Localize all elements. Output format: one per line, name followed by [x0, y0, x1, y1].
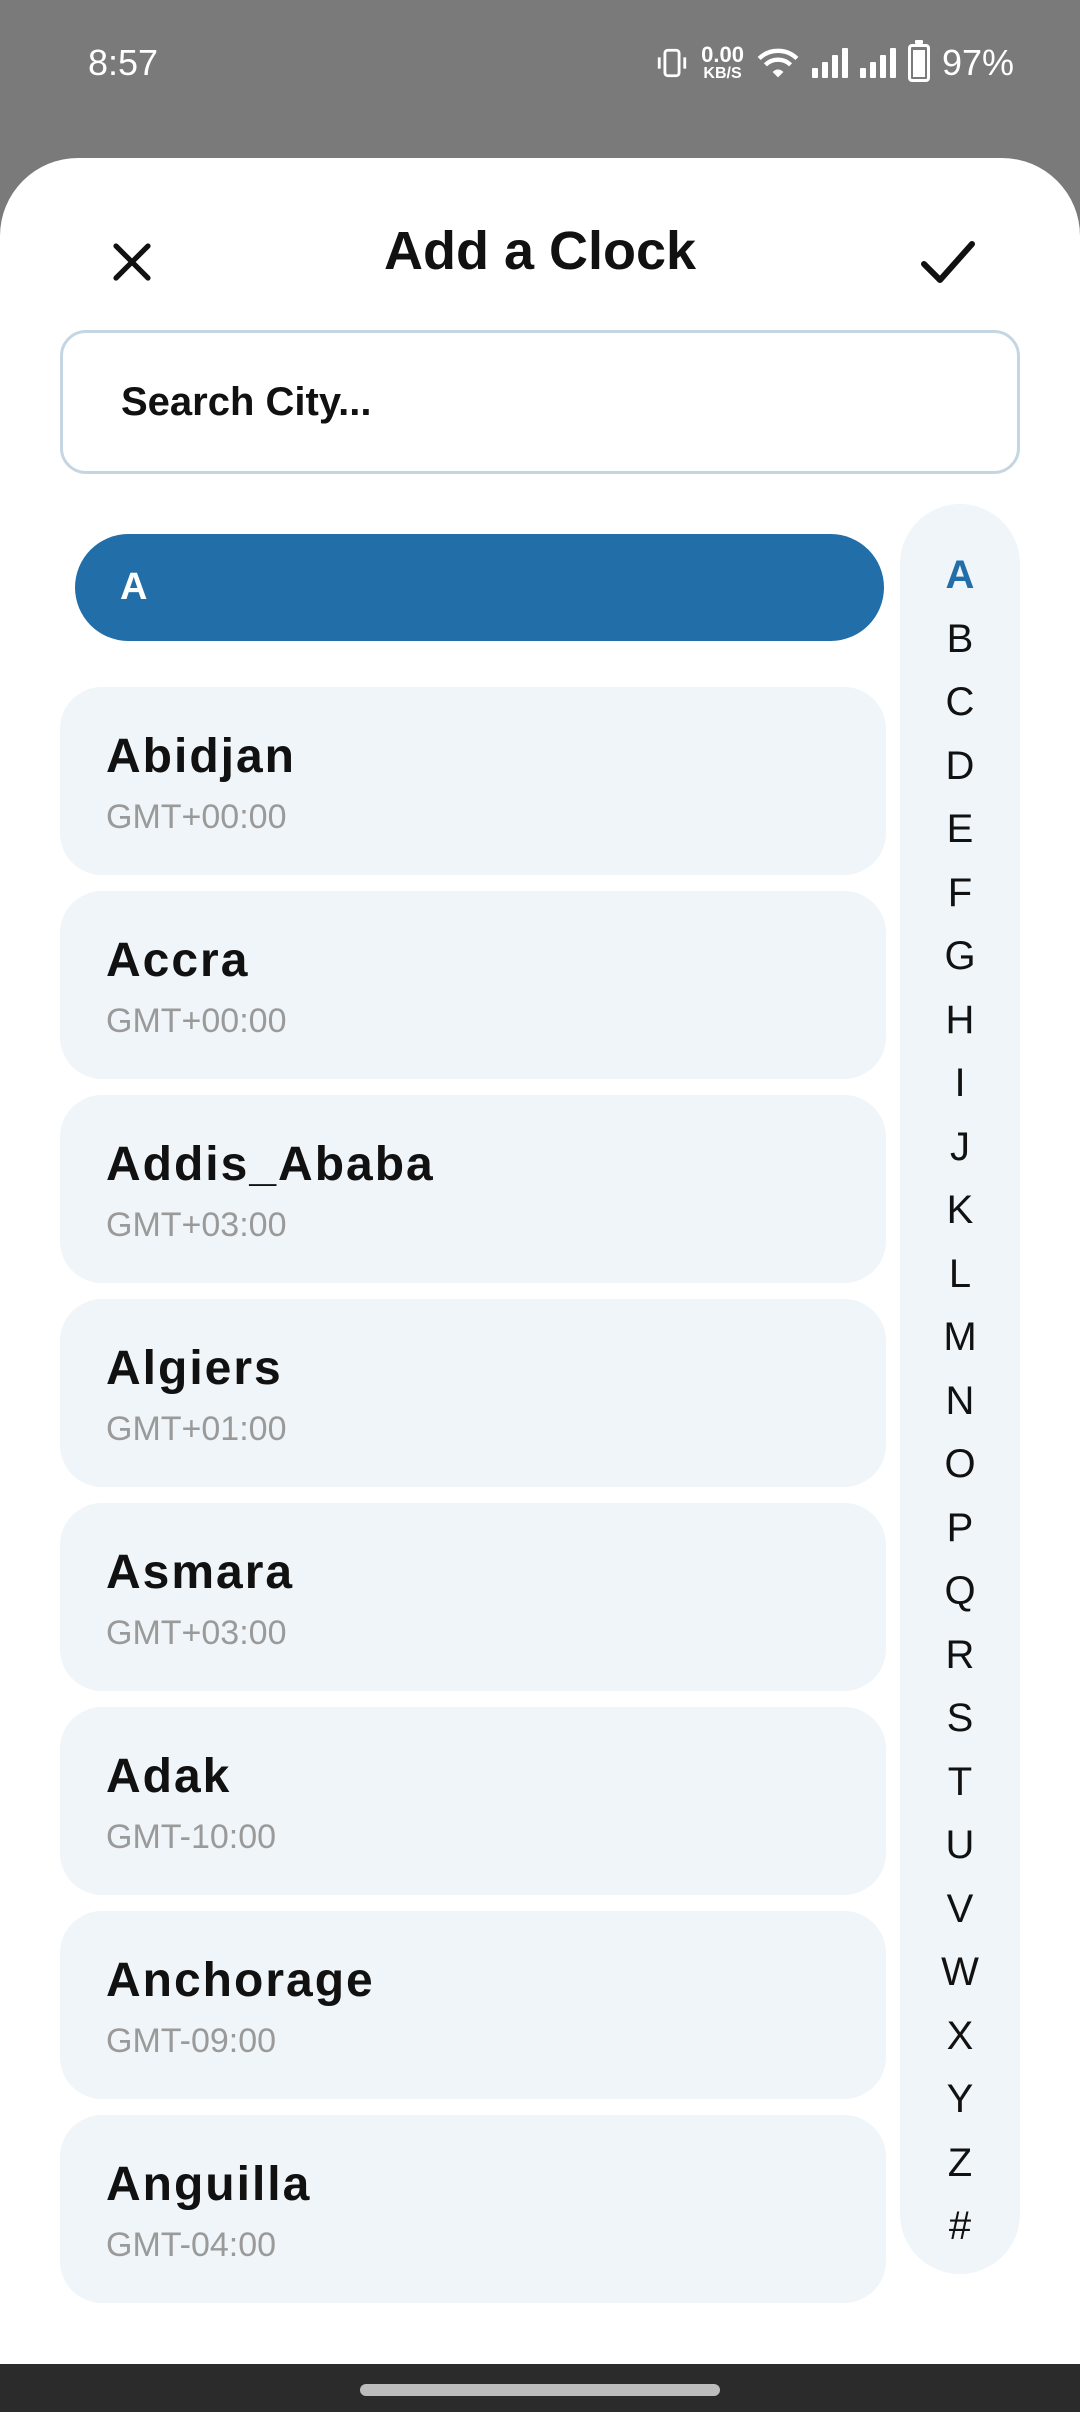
- index-letter[interactable]: J: [900, 1116, 1020, 1180]
- status-bar: 8:57 0.00 KB/S 97%: [0, 0, 1080, 125]
- check-icon: [921, 241, 975, 283]
- index-letter[interactable]: O: [900, 1433, 1020, 1497]
- index-letter[interactable]: T: [900, 1751, 1020, 1815]
- index-letter[interactable]: #: [900, 2195, 1020, 2259]
- list-item[interactable]: Algiers GMT+01:00: [60, 1299, 886, 1487]
- city-name: Abidjan: [106, 730, 296, 783]
- search-input[interactable]: [121, 379, 1017, 425]
- navigation-bar: [0, 2364, 1080, 2412]
- index-letter[interactable]: M: [900, 1306, 1020, 1370]
- city-name: Asmara: [106, 1546, 295, 1599]
- list-item[interactable]: Accra GMT+00:00: [60, 891, 886, 1079]
- index-letter[interactable]: P: [900, 1497, 1020, 1561]
- index-letter[interactable]: U: [900, 1814, 1020, 1878]
- list-item[interactable]: Addis_Ababa GMT+03:00: [60, 1095, 886, 1283]
- search-box[interactable]: [60, 330, 1020, 474]
- city-timezone: GMT+03:00: [106, 1614, 287, 1652]
- city-timezone: GMT-10:00: [106, 1818, 277, 1856]
- wifi-icon: [757, 48, 799, 77]
- index-letter[interactable]: S: [900, 1687, 1020, 1751]
- index-letter[interactable]: W: [900, 1941, 1020, 2005]
- city-timezone: GMT+01:00: [106, 1410, 287, 1448]
- status-time: 8:57: [88, 41, 159, 83]
- index-letter[interactable]: K: [900, 1179, 1020, 1243]
- index-letter[interactable]: G: [900, 925, 1020, 989]
- index-letter[interactable]: Q: [900, 1560, 1020, 1624]
- list-item[interactable]: Abidjan GMT+00:00: [60, 687, 886, 875]
- index-letter[interactable]: N: [900, 1370, 1020, 1434]
- city-list[interactable]: A Abidjan GMT+00:00 Accra GMT+00:00 Addi…: [60, 504, 886, 2412]
- city-timezone: GMT+00:00: [106, 798, 287, 836]
- add-clock-sheet: Add a Clock A Abidjan GMT+00:00 Accra GM…: [0, 158, 1080, 2364]
- list-item[interactable]: Anguilla GMT-04:00: [60, 2115, 886, 2303]
- index-letter[interactable]: C: [900, 671, 1020, 735]
- city-name: Algiers: [106, 1342, 283, 1395]
- city-name: Addis_Ababa: [106, 1138, 435, 1191]
- city-timezone: GMT-09:00: [106, 2022, 277, 2060]
- index-letter[interactable]: X: [900, 2005, 1020, 2069]
- city-timezone: GMT-04:00: [106, 2226, 277, 2264]
- signal-icon: [811, 47, 848, 78]
- net-speed-value: 0.00: [701, 41, 744, 67]
- battery-icon: [907, 39, 930, 82]
- city-name: Anguilla: [106, 2158, 312, 2211]
- vibrate-icon: [657, 48, 687, 77]
- index-letter[interactable]: A: [900, 544, 1020, 608]
- city-name: Adak: [106, 1750, 232, 1803]
- index-letter[interactable]: Z: [900, 2132, 1020, 2196]
- index-letter[interactable]: E: [900, 798, 1020, 862]
- list-item[interactable]: Asmara GMT+03:00: [60, 1503, 886, 1691]
- net-speed: 0.00 KB/S: [701, 41, 744, 82]
- index-letter[interactable]: F: [900, 862, 1020, 926]
- net-speed-unit: KB/S: [703, 64, 742, 82]
- index-letter[interactable]: R: [900, 1624, 1020, 1688]
- city-timezone: GMT+03:00: [106, 1206, 287, 1244]
- index-letter[interactable]: I: [900, 1052, 1020, 1116]
- index-letter[interactable]: D: [900, 735, 1020, 799]
- city-name: Anchorage: [106, 1954, 375, 2007]
- section-header: A: [75, 534, 884, 641]
- home-indicator[interactable]: [360, 2384, 720, 2396]
- index-letter[interactable]: L: [900, 1243, 1020, 1307]
- battery-percent: 97%: [941, 41, 1014, 83]
- index-letter[interactable]: H: [900, 989, 1020, 1053]
- city-timezone: GMT+00:00: [106, 1002, 287, 1040]
- alphabet-index[interactable]: A B C D E F G H I J K L M N O P Q R S T …: [900, 504, 1020, 2274]
- signal-icon-2: [859, 47, 896, 78]
- index-letter[interactable]: Y: [900, 2068, 1020, 2132]
- list-item[interactable]: Anchorage GMT-09:00: [60, 1911, 886, 2099]
- status-icons: 0.00 KB/S 97%: [655, 39, 1014, 84]
- index-letter[interactable]: V: [900, 1878, 1020, 1942]
- confirm-button[interactable]: [908, 222, 988, 302]
- list-item[interactable]: Adak GMT-10:00: [60, 1707, 886, 1895]
- city-name: Accra: [106, 934, 250, 987]
- sheet-header: Add a Clock: [0, 158, 1080, 328]
- index-letter[interactable]: B: [900, 608, 1020, 672]
